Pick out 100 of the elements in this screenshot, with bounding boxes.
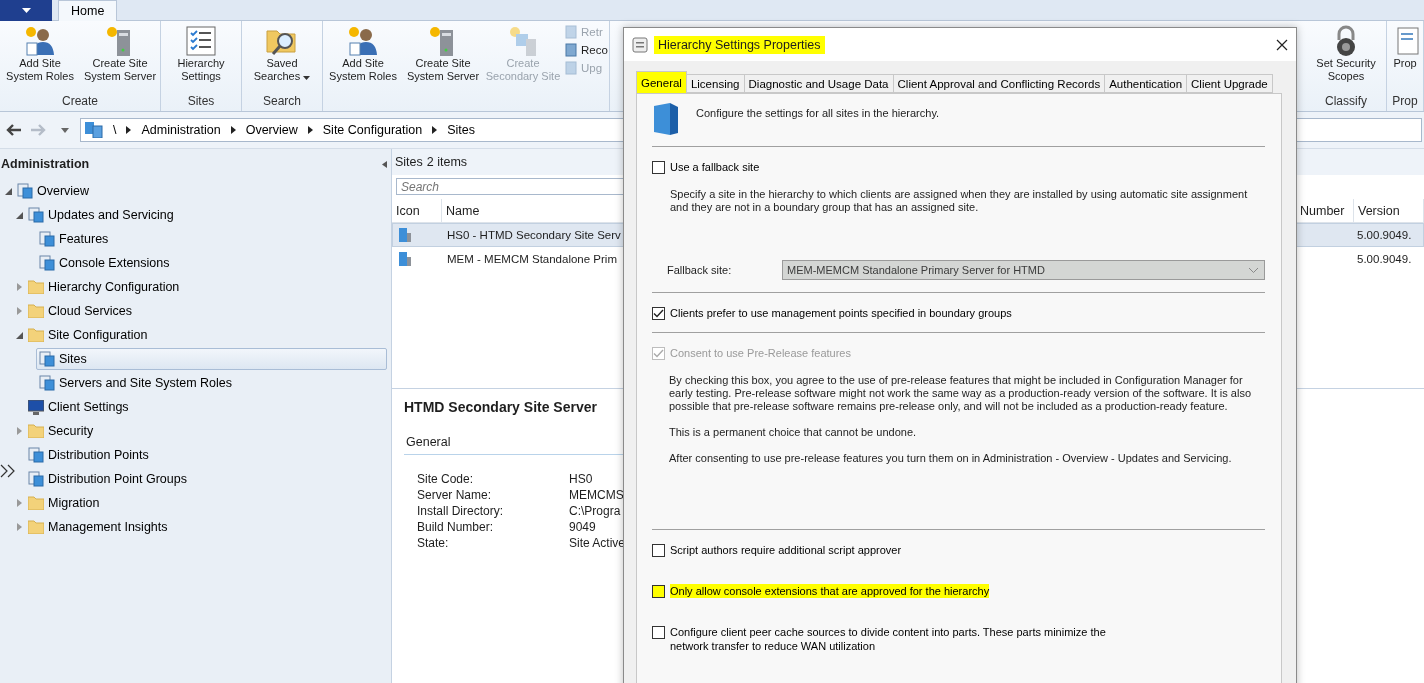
tree-item[interactable]: Overview [14,180,95,202]
path-separator-icon [307,126,313,134]
checkbox[interactable] [652,585,665,598]
folder-icon [28,328,44,342]
field-label: Site Code: [417,471,474,487]
pane-title: Administration [1,157,90,171]
dialog-tab[interactable]: Diagnostic and Usage Data [743,74,894,93]
notice-paragraph: After consenting to use pre-release features you turn them on in Administration - Overview - Updates and Servicing. [669,452,1233,465]
checkbox-label: Configure client peer cache sources to divide content into parts. These parts minimize the network transfer to reduce WAN utilization [670,625,1107,653]
folder-icon [28,280,44,294]
ribbon-group-label: Create [61,93,99,109]
monitor-icon [28,399,44,415]
console-node-icon [39,375,55,391]
tree-item[interactable]: Features [36,228,114,250]
folder-icon [28,520,44,534]
tree-item[interactable]: Updates and Servicing [25,204,179,226]
ribbon-group-label: Sites [186,93,216,109]
ribbon-button[interactable]: Add Site System Roles [1,25,79,93]
panel-description: Configure the settings for all sites in the hierarchy. [696,106,940,119]
path-separator-icon [230,126,236,134]
ribbon-button[interactable]: Saved Searches [243,25,321,93]
collapse-pane-icon[interactable] [382,160,387,168]
field-value: C:\Progra [569,503,621,519]
ribbon-button[interactable]: Prop [1388,25,1422,93]
ribbon-button[interactable]: Create Site System Server [81,25,159,93]
field-label: State: [417,535,449,551]
dialog-tab[interactable]: Client Upgrade [1186,74,1273,93]
path-separator-icon [432,126,438,134]
site-server-icon [397,251,413,267]
field-value: 9049 [569,519,596,535]
dialog-tab[interactable]: Authentication [1104,74,1188,93]
collapse-arrow-icon[interactable] [15,331,23,339]
breadcrumb-item[interactable]: Administration [141,123,221,137]
tree-item[interactable]: Cloud Services [25,300,138,322]
details-title: HTMD Secondary Site Server [404,399,597,415]
checkbox-label: Consent to use Pre-Release features [670,346,851,360]
ribbon-group-label: Search [262,93,302,109]
dialog-tab[interactable]: General [636,71,687,93]
collapse-arrow-icon[interactable] [15,211,23,219]
dialog-title: Hierarchy Settings Properties [654,35,825,54]
ribbon-button[interactable]: Set Security Scopes [1307,25,1385,93]
tree-item[interactable]: Hierarchy Configuration [25,276,185,298]
breadcrumb-item[interactable]: \ [113,123,117,137]
chevron-down-icon [1249,267,1258,273]
console-node-icon [28,207,44,223]
tree-item[interactable]: Servers and Site System Roles [36,372,237,394]
folder-icon [28,496,44,510]
table-cell: MEM - MEMCM Standalone Prim [447,253,617,265]
table-cell: 5.00.9049. [1357,253,1412,265]
folder-icon [28,424,44,438]
ribbon-button[interactable]: Hierarchy Settings [162,25,240,93]
field-label: Fallback site: [667,264,733,276]
breadcrumb-item[interactable]: Sites [447,123,475,137]
close-button[interactable] [1276,38,1288,51]
ribbon-button[interactable]: Create Site System Server [404,25,482,93]
field-label: Build Number: [417,519,494,535]
tree-item[interactable]: Sites [36,348,387,370]
dialog-tab[interactable]: Client Approval and Conflicting Records [892,74,1106,93]
tree-item[interactable]: Distribution Point Groups [25,468,192,490]
hint-text: Specify a site in the hierarchy to which clients are assigned when they are installed by using automatic site assignment and they are not in a boundary group that has an assigned site. [670,188,1249,214]
tree-item[interactable]: Console Extensions [36,252,175,274]
field-value: Site Active [569,535,626,551]
checkbox-label: Only allow console extensions that are approved for the hierarchy [670,584,990,598]
table-cell: HS0 - HTMD Secondary Site Serv [447,229,621,241]
double-chevron-icon[interactable] [0,464,16,478]
tree-item[interactable]: Migration [25,492,105,514]
properties-icon [632,36,648,53]
checkbox[interactable] [652,307,665,320]
tree-item[interactable]: Site Configuration [25,324,153,346]
console-node-icon [39,351,55,367]
checkbox[interactable] [652,626,665,639]
checkbox-label: Clients prefer to use management points specified in boundary groups [670,306,1012,320]
dialog-tab[interactable]: Licensing [685,74,745,93]
checklist-icon [184,25,218,57]
console-node-icon [17,183,33,199]
breadcrumb-item[interactable]: Overview [245,123,298,137]
tree-item[interactable]: Management Insights [25,516,173,538]
breadcrumb-item[interactable]: Site Configuration [322,123,423,137]
ribbon-small-button[interactable]: Reco [564,43,608,57]
field-value: MEMCMS [569,487,624,503]
checkbox[interactable] [652,544,665,557]
ribbon-tab[interactable]: Home [58,0,118,21]
console-node-icon [39,231,55,247]
ribbon-group-label: Classify [1324,93,1368,109]
field-label: Install Directory: [417,503,504,519]
collapse-arrow-icon[interactable] [4,187,12,195]
tree-item[interactable]: Distribution Points [25,444,154,466]
app-menu-button[interactable] [0,0,52,21]
user-star-icon [23,25,57,57]
checkbox-label: Script authors require additional script approver [670,543,902,557]
sites-icon [85,122,103,138]
field-label: Server Name: [417,487,492,503]
ribbon-button[interactable]: Add Site System Roles [324,25,402,93]
caret-icon [21,8,31,13]
checkbox[interactable] [652,161,665,174]
tree-item[interactable]: Client Settings [25,396,134,418]
tree-item[interactable]: Security [25,420,99,442]
item-count: 2 items [426,155,468,169]
folder-icon [28,304,44,318]
site-server-icon [397,227,413,243]
